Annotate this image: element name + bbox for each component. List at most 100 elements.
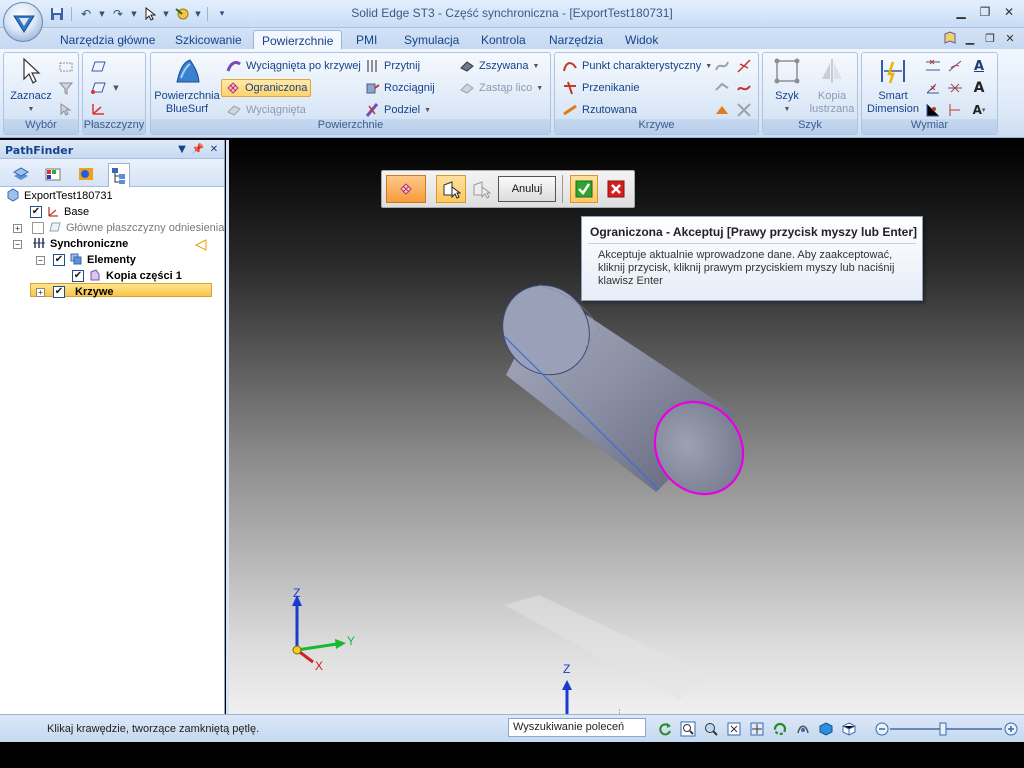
restore-icon[interactable]: ❐ (974, 3, 996, 21)
tree-kopia[interactable]: ✔ Kopia części 1 (72, 268, 182, 284)
base-checkbox[interactable]: ✔ (30, 206, 42, 218)
tab-powierzchnie[interactable]: Powierzchnie (253, 30, 343, 50)
curve-tool-6-icon[interactable] (735, 101, 753, 119)
reference-planes-checkbox[interactable] (32, 222, 44, 234)
zszywana-button[interactable]: Zszywana ▼ (456, 57, 542, 75)
select-arrow-icon[interactable] (141, 6, 159, 23)
view-style-icon[interactable] (840, 720, 858, 738)
tree-synchronous[interactable]: − Synchroniczne (13, 236, 128, 252)
krzywe-checkbox[interactable]: ✔ (53, 286, 65, 298)
szyk-button[interactable]: Szyk ▼ (767, 55, 807, 116)
filter-icon[interactable] (57, 79, 75, 97)
podziel-button[interactable]: Podziel ▼ (361, 101, 434, 119)
tree-base[interactable]: ✔ Base (30, 204, 89, 220)
punkt-charakterystyczny-button[interactable]: Punkt charakterystyczny ▼ (559, 57, 715, 75)
plane-normal-icon[interactable] (89, 79, 107, 97)
zoom-slider[interactable] (874, 721, 1020, 737)
layers-tab-icon[interactable] (10, 163, 32, 185)
select-mode-icon[interactable] (57, 100, 75, 118)
wyciagnieta-po-krzywej-button[interactable]: Wyciągnięta po krzywej (223, 57, 364, 75)
wyciagnieta-button[interactable]: Wyciągnięta (223, 101, 309, 119)
smart-dimension-button[interactable]: Smart Dimension (864, 55, 922, 116)
select-faces-step-icon[interactable] (468, 175, 494, 203)
expand-icon[interactable]: + (13, 223, 22, 233)
select-curves-step-icon[interactable] (436, 175, 466, 203)
tab-widok[interactable]: Widok (617, 30, 666, 50)
zoom-icon[interactable] (702, 720, 720, 738)
accept-button[interactable] (570, 175, 598, 203)
view-orientation-icon[interactable] (817, 720, 835, 738)
podziel-dropdown-icon[interactable]: ▼ (424, 107, 431, 114)
bounded-step-icon[interactable] (386, 175, 426, 203)
undo-dropdown-icon[interactable]: ▼ (98, 6, 106, 23)
bluesurf-button[interactable]: Powierzchnia BlueSurf (153, 55, 221, 116)
graphics-viewport[interactable]: ⋮ Z Y X Z Anuluj Ograniczona - Akceptuj … (226, 140, 1024, 714)
text-format-icon[interactable]: A (970, 79, 988, 97)
tab-narzedzia[interactable]: Narzędzia (541, 30, 611, 50)
coincident-plane-icon[interactable] (89, 58, 107, 76)
family-of-parts-tab-icon[interactable] (42, 163, 64, 185)
rotate-icon[interactable] (771, 720, 789, 738)
select-box-icon[interactable] (57, 58, 75, 76)
plane-dropdown-icon[interactable]: ▼ (107, 79, 125, 97)
redo-icon[interactable]: ↷ (109, 6, 127, 23)
kopia-lustrzana-button[interactable]: Kopia lustrzana (809, 55, 855, 116)
select-dropdown-icon[interactable]: ▼ (162, 6, 170, 23)
spin-about-icon[interactable] (794, 720, 812, 738)
tree-krzywe[interactable]: + ✔ Krzywe (36, 284, 114, 300)
close-doc-icon[interactable]: ✕ (1002, 30, 1018, 46)
render-tab-icon[interactable] (75, 163, 97, 185)
zoom-area-icon[interactable] (679, 720, 697, 738)
przenikanie-button[interactable]: Przenikanie (559, 79, 642, 97)
symmetric-diameter-icon[interactable] (946, 79, 964, 97)
refresh-icon[interactable] (656, 720, 674, 738)
tab-szkicowanie[interactable]: Szkicowanie (167, 30, 250, 50)
application-button[interactable] (3, 2, 43, 42)
help-book-icon[interactable] (942, 30, 958, 46)
tab-pmi[interactable]: PMI (348, 30, 385, 50)
anuluj-button[interactable]: Anuluj (498, 176, 556, 202)
curve-tool-2-icon[interactable] (735, 57, 753, 75)
minimize-icon[interactable]: ▁ (950, 3, 972, 21)
command-search-input[interactable]: Wyszukiwanie poleceń (508, 718, 646, 737)
fit-icon[interactable] (725, 720, 743, 738)
panel-options-icon[interactable]: ▼ (176, 142, 188, 156)
pathfinder-tree-tab-icon[interactable] (108, 163, 130, 187)
punkt-dropdown-icon[interactable]: ▼ (705, 63, 712, 70)
expand-icon[interactable]: + (36, 287, 45, 297)
curve-tool-3-icon[interactable] (713, 79, 731, 97)
tab-symulacja[interactable]: Symulacja (396, 30, 467, 50)
distance-between-icon[interactable] (924, 57, 942, 75)
panel-close-icon[interactable]: ✕ (208, 142, 220, 156)
collapse-icon[interactable]: − (13, 239, 22, 249)
zastap-lico-dropdown-icon[interactable]: ▼ (536, 85, 543, 92)
ograniczona-button[interactable]: Ograniczona (221, 79, 312, 97)
redo-dropdown-icon[interactable]: ▼ (130, 6, 138, 23)
rozciagnij-button[interactable]: Rozciągnij (361, 79, 438, 97)
curve-tool-1-icon[interactable] (713, 57, 731, 75)
dimension-axis-icon[interactable] (946, 101, 964, 119)
tab-narzedzia-glowne[interactable]: Narzędzia główne (52, 30, 163, 50)
smart-select-dropdown-icon[interactable]: ▼ (194, 6, 202, 23)
restore-doc-icon[interactable]: ❐ (982, 30, 998, 46)
zastap-lico-button[interactable]: Zastąp lico ▼ (456, 79, 546, 97)
rzutowana-button[interactable]: Rzutowana (559, 101, 640, 119)
smart-select-icon[interactable] (173, 6, 191, 23)
elementy-checkbox[interactable]: ✔ (53, 254, 65, 266)
close-icon[interactable]: ✕ (998, 3, 1020, 21)
kopia-checkbox[interactable]: ✔ (72, 270, 84, 282)
customize-qat-icon[interactable]: ▾ (213, 6, 231, 23)
tree-elementy[interactable]: − ✔ Elementy (36, 252, 136, 268)
pan-icon[interactable] (748, 720, 766, 738)
angular-coordinate-icon[interactable] (946, 57, 964, 75)
tree-reference-planes[interactable]: + Główne płaszczyzny odniesienia (13, 220, 224, 236)
curve-tool-5-icon[interactable] (713, 101, 731, 119)
zszywana-dropdown-icon[interactable]: ▼ (533, 63, 540, 70)
text-size-icon[interactable]: A ▾ (970, 101, 988, 119)
text-style-icon[interactable]: A (970, 57, 988, 75)
angle-between-icon[interactable] (924, 79, 942, 97)
undo-icon[interactable]: ↶ (77, 6, 95, 23)
collapse-icon[interactable]: − (36, 255, 45, 265)
curve-tool-4-icon[interactable] (735, 79, 753, 97)
cancel-x-button[interactable] (602, 175, 630, 203)
